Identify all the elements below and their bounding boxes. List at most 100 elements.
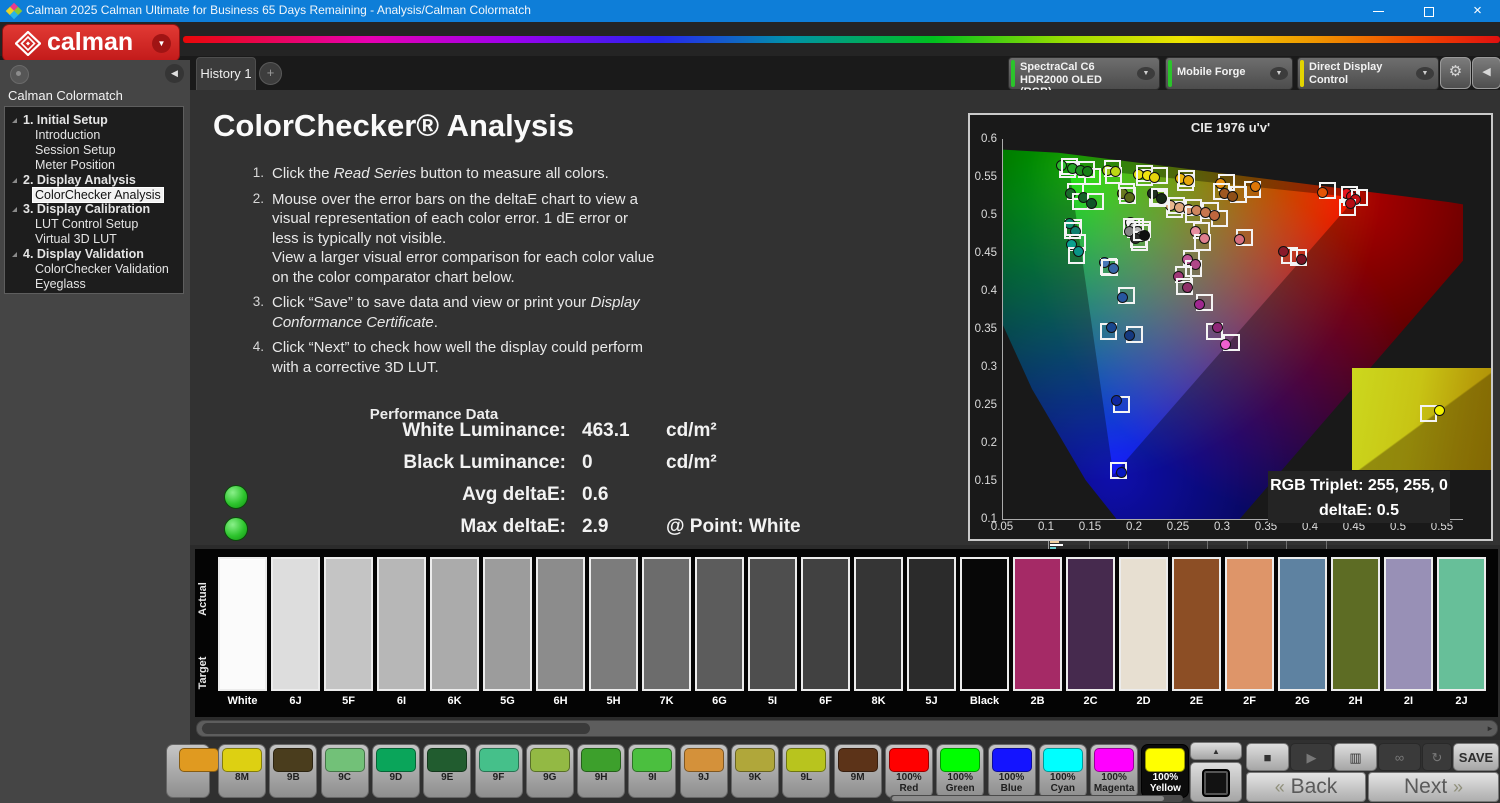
palette-button-100-blue[interactable]: 100% Blue: [987, 744, 1036, 798]
comparator-swatch-2j: [1437, 557, 1486, 691]
target-label: Target: [197, 656, 209, 690]
swatch-label: 2F: [1243, 695, 1256, 707]
swatch-label: Black: [969, 695, 1000, 707]
back-button[interactable]: « Back: [1246, 772, 1366, 802]
sidebar-collapse-button[interactable]: ◀: [165, 64, 184, 83]
save-button[interactable]: SAVE: [1453, 743, 1499, 771]
tab-history-1[interactable]: History 1: [196, 57, 256, 91]
comparator-scrollbar-thumb[interactable]: [202, 723, 590, 734]
palette-button-9f[interactable]: 9F: [474, 744, 523, 798]
palette-button-9e[interactable]: 9E: [423, 744, 472, 798]
scroll-right-icon[interactable]: ►: [1486, 723, 1494, 735]
device-label: Mobile Forge: [1177, 66, 1246, 78]
pattern-window-button[interactable]: [1190, 762, 1242, 802]
comparator-swatch-2f: [1225, 557, 1274, 691]
read-series-button[interactable]: ▥: [1334, 743, 1377, 771]
play-button[interactable]: ▶: [1290, 743, 1333, 771]
palette-button-100-magenta[interactable]: 100% Magenta: [1090, 744, 1139, 798]
comparator-swatch-2b: [1013, 557, 1062, 691]
gear-icon: ⚙: [1448, 63, 1463, 80]
palette-button-9d[interactable]: 9D: [371, 744, 420, 798]
stop-button[interactable]: ■: [1246, 743, 1289, 771]
sidebar-item-introduction[interactable]: Introduction: [5, 128, 183, 143]
sidebar-item-eyeglass[interactable]: Eyeglass: [5, 277, 183, 292]
palette-scrollbar[interactable]: [890, 795, 1183, 802]
device-dropdown-1[interactable]: SpectraCal C6 HDR2000 OLED (RGB)▼: [1008, 57, 1160, 98]
settings-button[interactable]: ⚙: [1440, 57, 1471, 89]
palette-button-100-cyan[interactable]: 100% Cyan: [1038, 744, 1087, 798]
minimize-button[interactable]: [1356, 0, 1401, 22]
expand-icon: [12, 118, 17, 123]
comparator-scrollbar[interactable]: ◄ ►: [196, 720, 1498, 737]
palette-button-9c[interactable]: 9C: [320, 744, 369, 798]
palette-button-9h[interactable]: 9H: [577, 744, 626, 798]
palette-button-partial[interactable]: [166, 744, 219, 798]
palette-button-label: 9G: [543, 772, 557, 783]
sidebar-item-lut-control-setup[interactable]: LUT Control Setup: [5, 217, 183, 232]
device-status-indicator: [1011, 60, 1015, 87]
calman-app: Calman 2025 Calman Ultimate for Business…: [0, 0, 1500, 803]
palette-button-9m[interactable]: 9M: [833, 744, 882, 798]
comparator-swatch-6f: [801, 557, 850, 691]
palette-button-label: 8M: [235, 772, 249, 783]
device-dropdown-3[interactable]: Direct Display Control ▼: [1297, 57, 1439, 90]
palette-button-100-green[interactable]: 100% Green: [936, 744, 985, 798]
next-button[interactable]: Next »: [1368, 772, 1499, 802]
palette-button-9k[interactable]: 9K: [731, 744, 779, 798]
x-tick-label: 0.05: [990, 521, 1014, 533]
chevron-down-icon[interactable]: ▼: [1416, 67, 1434, 80]
instruction-text: Click the Read Series button to measure …: [272, 165, 609, 182]
palette-button-9j[interactable]: 9J: [679, 744, 728, 798]
expand-icon: [12, 177, 17, 183]
palette-button-9l[interactable]: 9L: [782, 744, 831, 798]
sidebar-item-meter-position[interactable]: Meter Position: [5, 158, 183, 173]
chevron-down-icon[interactable]: ▼: [1270, 67, 1288, 80]
palette-button-100-yellow[interactable]: 100% Yellow: [1141, 744, 1190, 798]
calman-menu-button[interactable]: calman ▼: [2, 24, 180, 62]
y-tick-label: 0.15: [974, 475, 997, 487]
inset-measured-point: [1433, 404, 1445, 416]
palette-button-9g[interactable]: 9G: [525, 744, 574, 798]
refresh-button[interactable]: ↻: [1422, 743, 1452, 771]
sidebar-radio-button[interactable]: [10, 65, 29, 84]
performance-value: 463.1: [582, 420, 630, 441]
x-tick-label: 0.1: [1038, 521, 1054, 533]
tooltip-deltae: deltaE: 0.5: [1318, 502, 1400, 519]
palette-button-9i[interactable]: 9I: [628, 744, 677, 798]
device-dropdown-2[interactable]: Mobile Forge ▼: [1165, 57, 1293, 90]
sidebar-item-3-display-calibration[interactable]: 3. Display Calibration: [5, 202, 183, 217]
x-tick-label: 0.25: [1166, 521, 1190, 533]
palette-button-label: 9C: [338, 772, 351, 783]
deltae-bar[interactable]: [1050, 544, 1063, 546]
chevrons-left-icon: «: [1274, 777, 1285, 797]
instruction-text: Click “Next” to check how well the displ…: [272, 339, 643, 376]
sidebar-item-label: 2. Display Analysis: [23, 172, 136, 187]
palette-scroll-up-button[interactable]: ▲: [1190, 742, 1242, 760]
close-button[interactable]: ×: [1455, 0, 1500, 22]
sidebar-item-1-initial-setup[interactable]: 1. Initial Setup: [5, 113, 183, 128]
palette-scrollbar-thumb[interactable]: [892, 796, 1164, 801]
palette-button-8m[interactable]: 8M: [218, 744, 266, 798]
sidebar-item-label: 4. Display Validation: [23, 247, 144, 262]
maximize-button[interactable]: [1406, 0, 1451, 22]
chevron-down-icon[interactable]: ▼: [1137, 67, 1155, 80]
deltae-bar[interactable]: [1050, 541, 1059, 543]
sidebar-item-session-setup[interactable]: Session Setup: [5, 143, 183, 158]
comparator-swatch-6g: [695, 557, 744, 691]
color-chip: [273, 748, 314, 772]
collapse-panel-button[interactable]: ◀: [1472, 57, 1500, 89]
palette-button-9b[interactable]: 9B: [269, 744, 318, 798]
link-button[interactable]: ∞: [1378, 743, 1421, 771]
sidebar-item-2-display-analysis[interactable]: 2. Display Analysis: [5, 173, 183, 188]
sidebar-item-4-display-validation[interactable]: 4. Display Validation: [5, 247, 183, 262]
palette-button-100-red[interactable]: 100% Red: [884, 744, 933, 798]
measured-point: [1296, 253, 1308, 265]
x-tick-label: 0.15: [1078, 521, 1102, 533]
sidebar-item-colorchecker-analysis[interactable]: ColorChecker Analysis: [5, 186, 183, 203]
chevron-down-icon[interactable]: ▼: [152, 34, 171, 53]
add-tab-button[interactable]: +: [259, 62, 282, 85]
color-chip: [888, 748, 929, 772]
sidebar-item-colorchecker-validation[interactable]: ColorChecker Validation: [5, 262, 183, 277]
sidebar-item-virtual-3d-lut[interactable]: Virtual 3D LUT: [5, 232, 183, 247]
palette-button-label: 100% Green: [945, 772, 975, 794]
